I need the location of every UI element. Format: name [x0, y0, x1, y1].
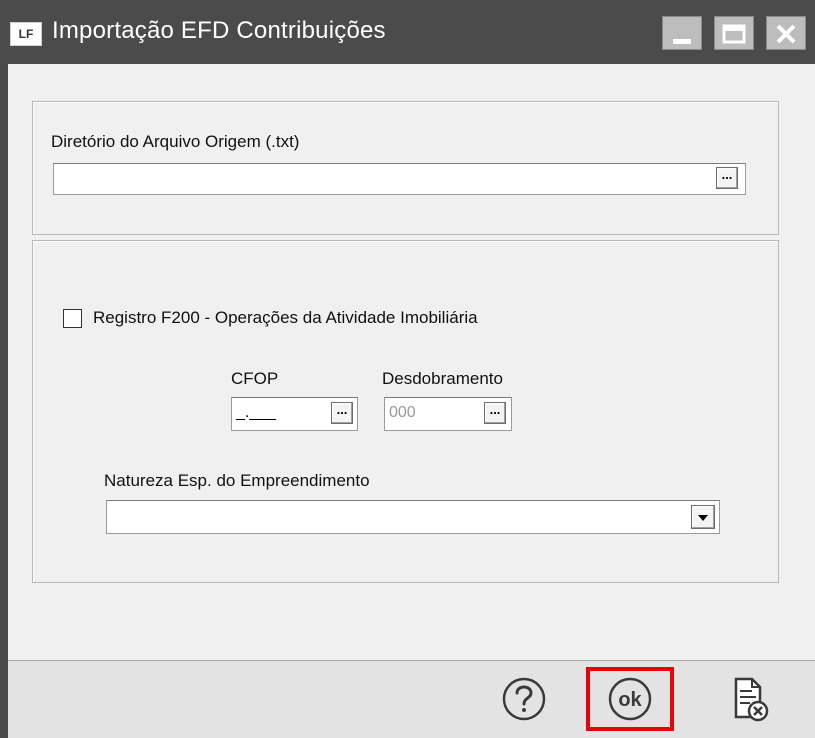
- desdobramento-browse-button[interactable]: ...: [484, 402, 506, 424]
- maximize-button[interactable]: [714, 16, 754, 50]
- desdobramento-label: Desdobramento: [382, 369, 503, 388]
- cfop-input[interactable]: _.___ ...: [231, 397, 358, 431]
- dialog-window: LF Importação EFD Contribuições Diretóri…: [0, 0, 815, 738]
- help-icon: [502, 677, 546, 721]
- window-title: Importação EFD Contribuições: [52, 17, 386, 44]
- cfop-label: CFOP: [231, 369, 279, 388]
- minimize-button[interactable]: [662, 16, 702, 50]
- f200-group: Registro F200 - Operações da Atividade I…: [32, 240, 779, 583]
- close-button[interactable]: [766, 16, 806, 50]
- desdobramento-input[interactable]: 000 ...: [384, 397, 512, 431]
- f200-checkbox[interactable]: [63, 309, 82, 328]
- footer-bar: ok: [8, 660, 815, 738]
- title-bar[interactable]: LF Importação EFD Contribuições: [0, 0, 815, 64]
- chevron-down-icon: [698, 515, 708, 521]
- desdobramento-value: 000: [389, 404, 416, 421]
- cancel-document-icon: [734, 677, 769, 722]
- ok-text: ok: [618, 689, 642, 711]
- minimize-icon: [673, 39, 691, 44]
- origin-file-group: Diretório do Arquivo Origem (.txt) ...: [32, 101, 779, 235]
- close-icon: [776, 24, 796, 44]
- help-button[interactable]: [494, 671, 554, 727]
- origin-path-label: Diretório do Arquivo Origem (.txt): [51, 132, 300, 151]
- natureza-dropdown-button[interactable]: [691, 505, 715, 529]
- dialog-body: Diretório do Arquivo Origem (.txt) ... R…: [8, 64, 815, 738]
- ellipsis-icon: ...: [336, 402, 348, 417]
- maximize-icon: [722, 24, 746, 44]
- cfop-value: _.___: [236, 404, 277, 421]
- ok-button[interactable]: ok: [600, 671, 660, 727]
- origin-browse-button[interactable]: ...: [716, 167, 738, 189]
- ellipsis-icon: ...: [721, 167, 733, 182]
- origin-path-input[interactable]: ...: [53, 163, 746, 195]
- natureza-select[interactable]: [106, 500, 720, 534]
- ellipsis-icon: ...: [489, 402, 501, 417]
- ok-icon: ok: [608, 677, 652, 721]
- f200-checkbox-label[interactable]: Registro F200 - Operações da Atividade I…: [93, 308, 478, 328]
- natureza-label: Natureza Esp. do Empreendimento: [104, 471, 370, 490]
- cancel-button[interactable]: [718, 671, 778, 727]
- cfop-browse-button[interactable]: ...: [331, 402, 353, 424]
- app-icon: LF: [10, 22, 42, 46]
